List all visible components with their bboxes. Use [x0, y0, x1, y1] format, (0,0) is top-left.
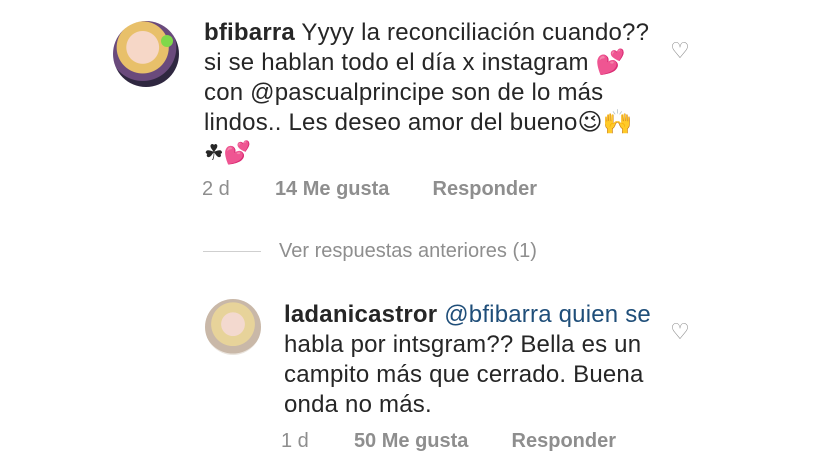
comment-line: con @pascualprincipe son de lo más [204, 79, 604, 106]
timestamp: 1 d [281, 430, 309, 452]
reply-button[interactable]: Responder [512, 430, 616, 453]
heart-outline-icon[interactable]: ♡ [668, 40, 692, 62]
username[interactable]: ladanicastror [284, 301, 437, 328]
comment-line: si se hablan todo el día x instagram 💕 [204, 49, 626, 76]
reply-button[interactable]: Responder [433, 178, 537, 201]
comment-line: habla por intsgram?? Bella es un [284, 331, 642, 358]
view-previous-replies-label[interactable]: Ver respuestas anteriores (1) [279, 240, 537, 263]
thread-divider [203, 251, 261, 252]
comment-line: @bfibarra quien se [444, 301, 651, 328]
comment-line: Yyyy la reconciliación cuando?? [301, 19, 650, 46]
comment-line: campito más que cerrado. Buena [284, 361, 644, 388]
likes-count[interactable]: 50 Me gusta [354, 430, 468, 453]
view-previous-replies[interactable]: Ver respuestas anteriores (1) [203, 240, 537, 263]
comment-line: lindos.. Les deseo amor del bueno😉🙌 [204, 109, 633, 136]
comment-meta: 1 d 50 Me gusta Responder [281, 430, 616, 453]
avatar[interactable] [205, 299, 261, 355]
comment-body: bfibarra Yyyy la reconciliación cuando??… [204, 18, 649, 168]
comment-line: onda no más. [284, 391, 432, 418]
heart-outline-icon[interactable]: ♡ [668, 321, 692, 343]
comment-meta: 2 d 14 Me gusta Responder [202, 178, 537, 201]
username[interactable]: bfibarra [204, 19, 295, 46]
comment-body: ladanicastror @bfibarra quien se habla p… [284, 300, 651, 420]
avatar[interactable] [113, 21, 179, 87]
likes-count[interactable]: 14 Me gusta [275, 178, 389, 201]
timestamp: 2 d [202, 178, 230, 200]
comment-line: ☘💕 [204, 140, 252, 165]
